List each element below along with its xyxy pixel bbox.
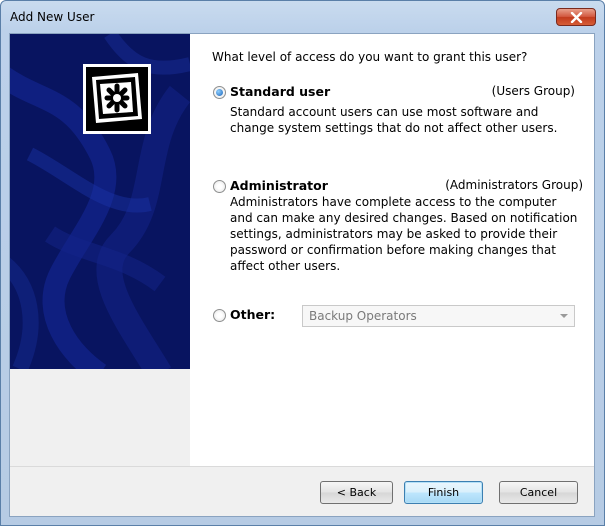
group-select[interactable]: Backup Operators <box>302 305 575 327</box>
back-button[interactable]: < Back <box>320 481 393 504</box>
cancel-button[interactable]: Cancel <box>499 481 578 504</box>
description-line: password or confirmation before making c… <box>230 243 556 257</box>
other-label[interactable]: Other: <box>230 307 275 322</box>
administrator-group: (Administrators Group) <box>445 178 583 192</box>
administrator-description: Administrators have complete access to t… <box>230 194 577 274</box>
dialog-client-area: What level of access do you want to gran… <box>9 33 595 517</box>
window-title: Add New User <box>10 10 95 24</box>
description-line: change system settings that do not affec… <box>230 121 558 135</box>
group-select-value: Backup Operators <box>309 309 417 323</box>
description-line: Administrators have complete access to t… <box>230 195 557 209</box>
description-line: Standard account users can use most soft… <box>230 105 539 119</box>
user-badge-icon <box>83 64 151 134</box>
description-line: settings, administrators may be asked to… <box>230 227 558 241</box>
wizard-banner-image <box>10 34 190 369</box>
close-icon <box>570 12 583 23</box>
button-bar: < Back Finish Cancel <box>10 466 594 516</box>
description-line: affect other users. <box>230 259 341 273</box>
access-question: What level of access do you want to gran… <box>212 50 528 64</box>
standard-user-group: (Users Group) <box>491 84 575 98</box>
dropdown-arrow-icon[interactable] <box>560 314 568 318</box>
standard-user-description: Standard account users can use most soft… <box>230 104 557 136</box>
close-button[interactable] <box>556 8 596 26</box>
wizard-content-panel: What level of access do you want to gran… <box>190 34 594 466</box>
title-bar[interactable]: Add New User <box>1 1 604 33</box>
standard-user-radio[interactable] <box>213 86 226 99</box>
administrator-radio[interactable] <box>213 180 226 193</box>
add-new-user-dialog: Add New User What level of access do you… <box>0 0 605 526</box>
administrator-label[interactable]: Administrator <box>230 178 328 193</box>
finish-button[interactable]: Finish <box>404 481 483 504</box>
other-radio[interactable] <box>213 309 226 322</box>
standard-user-label[interactable]: Standard user <box>230 84 330 99</box>
description-line: and can make any desired changes. Based … <box>230 211 578 225</box>
